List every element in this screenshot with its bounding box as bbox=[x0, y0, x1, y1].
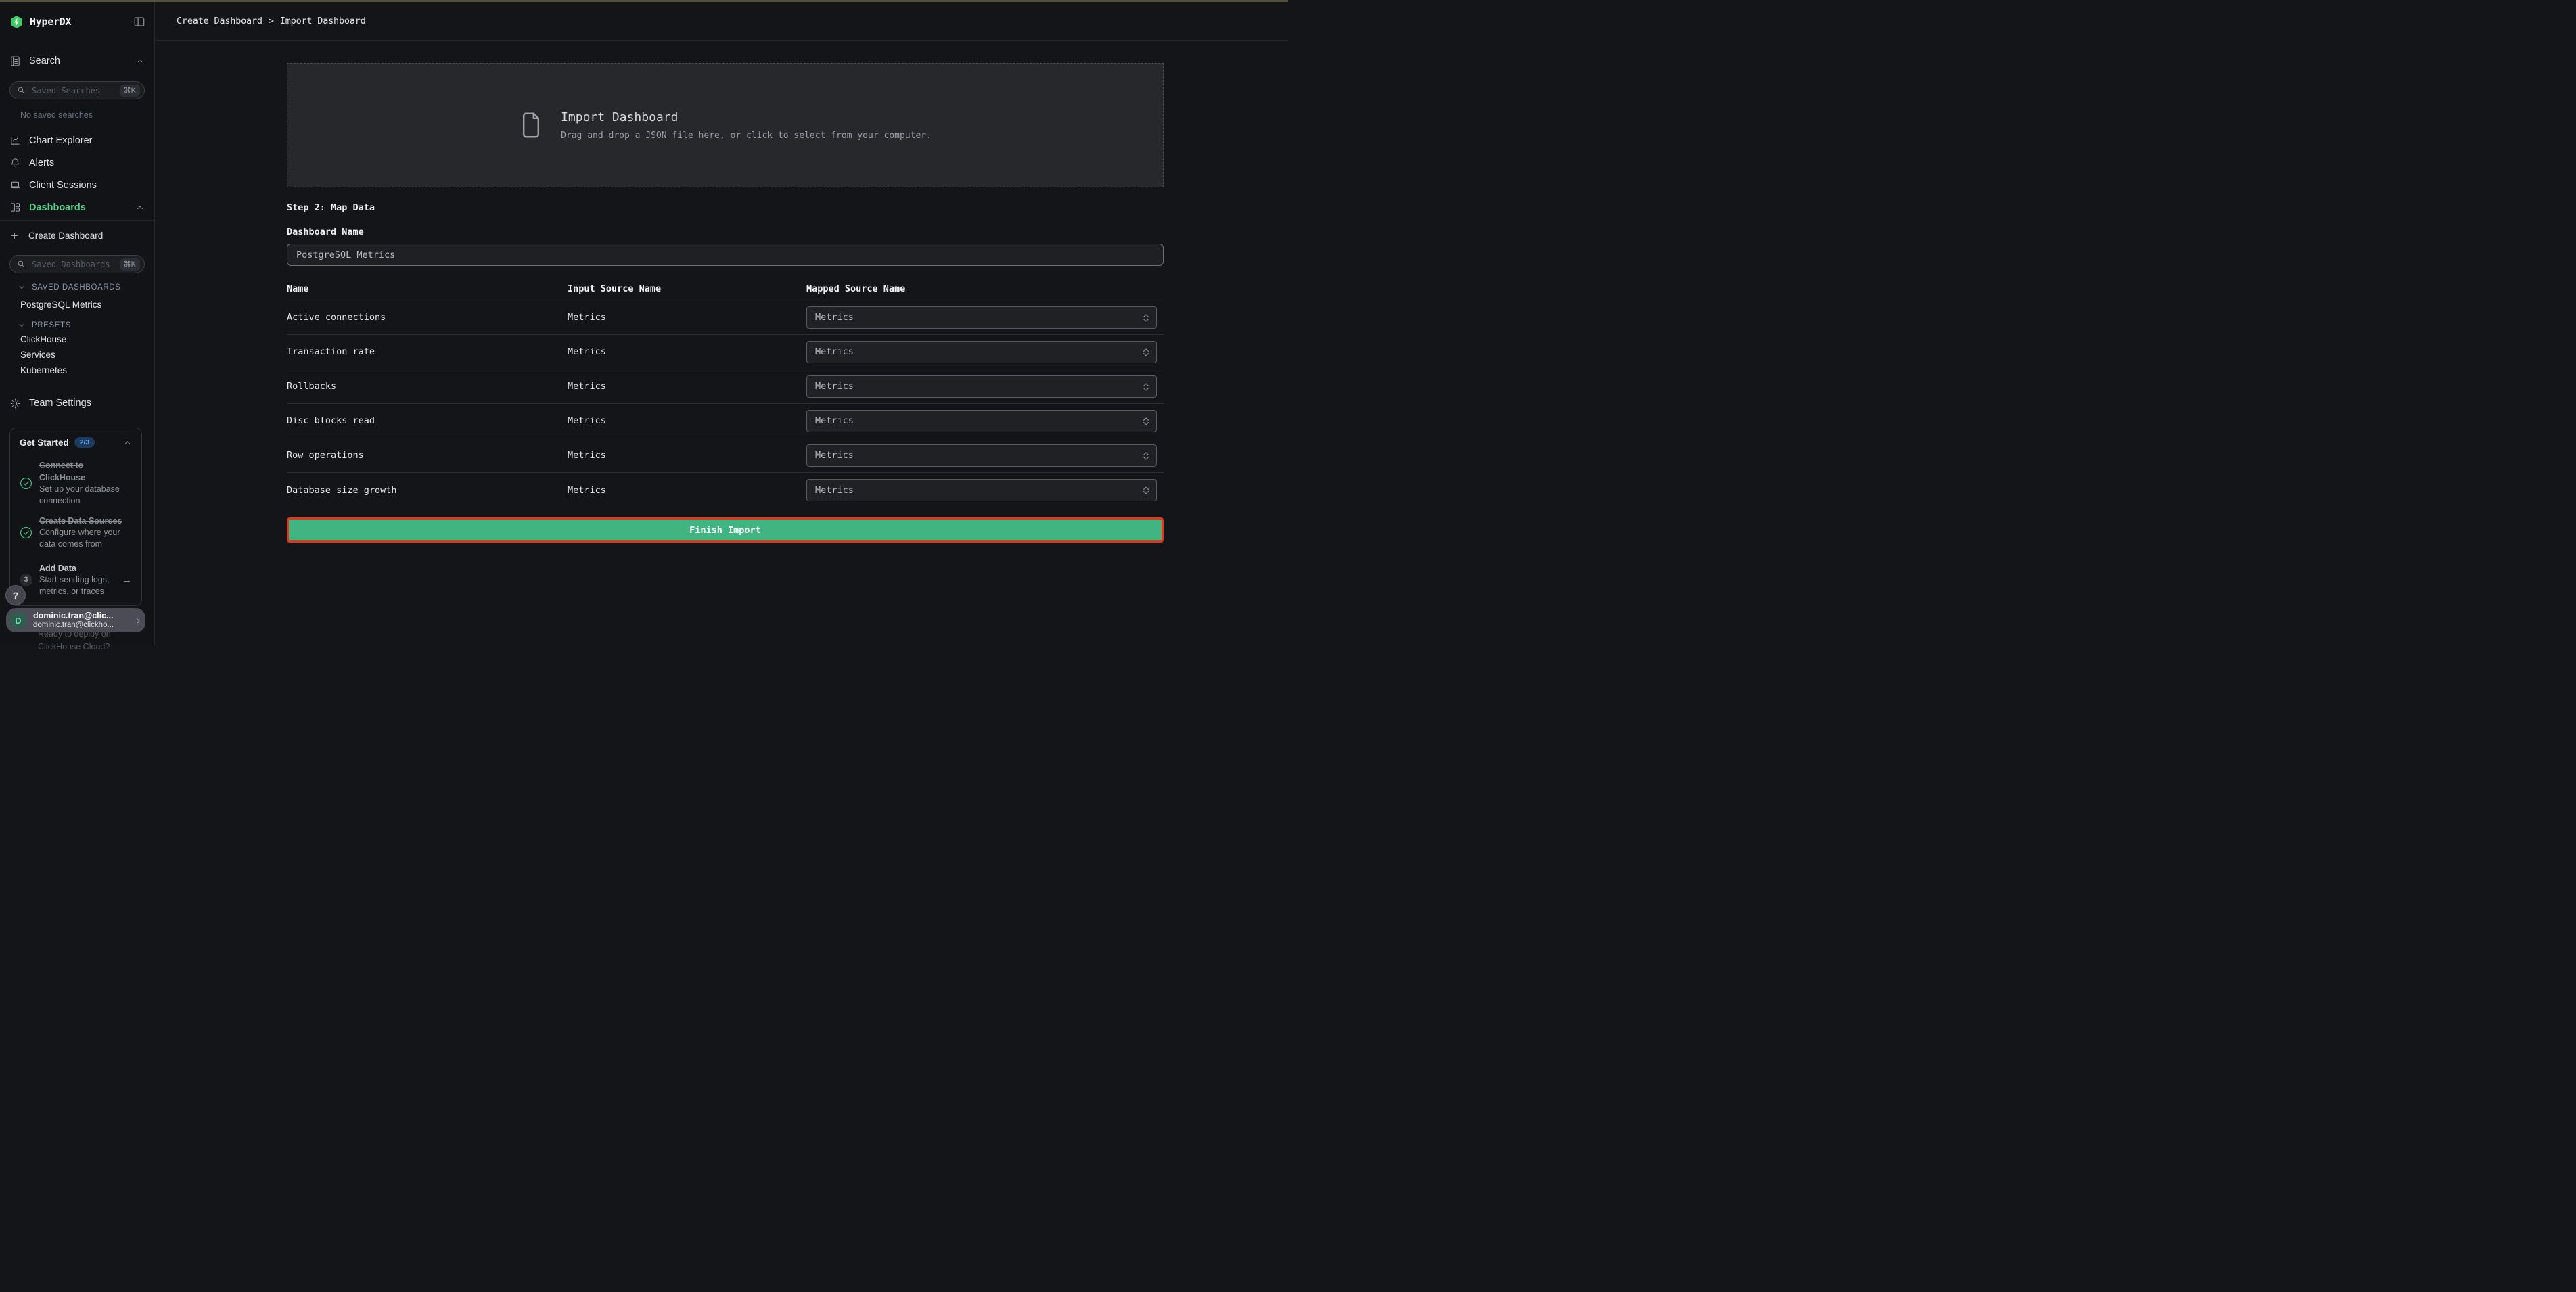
selector-icon bbox=[1141, 416, 1151, 427]
dropzone-subtitle: Drag and drop a JSON file here, or click… bbox=[561, 131, 932, 141]
dashboard-layout-icon bbox=[9, 202, 21, 213]
sidebar: HyperDX Search ⌘K No saved searches Char… bbox=[0, 0, 155, 646]
sidebar-item-postgresql-metrics[interactable]: PostgreSQL Metrics bbox=[20, 298, 145, 311]
step-description: Configure where your data comes from bbox=[39, 527, 126, 550]
chevron-down-icon bbox=[18, 283, 26, 292]
presets-section-header[interactable]: PRESETS bbox=[18, 320, 145, 330]
sidebar-item-label: Search bbox=[29, 55, 60, 66]
step-number-badge: 3 bbox=[20, 574, 32, 586]
search-icon bbox=[16, 85, 26, 98]
step-title: Connect to ClickHouse bbox=[39, 459, 126, 484]
top-edge-strip bbox=[0, 0, 1288, 2]
chart-line-icon bbox=[9, 135, 21, 146]
mapped-source-select[interactable]: Metrics bbox=[806, 306, 1157, 329]
breadcrumb-create-dashboard[interactable]: Create Dashboard bbox=[177, 16, 262, 26]
gear-icon bbox=[9, 398, 21, 409]
app-title: HyperDX bbox=[30, 16, 71, 28]
step-title: Create Data Sources bbox=[39, 515, 126, 527]
get-started-panel: Get Started 2/3 Connect to ClickHouse Se… bbox=[9, 428, 142, 606]
laptop-icon bbox=[9, 179, 21, 191]
collapse-sidebar-button[interactable] bbox=[133, 15, 146, 28]
chevron-up-icon[interactable] bbox=[123, 438, 132, 447]
main-area: Create Dashboard>Import Dashboard Import… bbox=[155, 2, 1288, 646]
divider bbox=[0, 220, 154, 221]
table-row: Disc blocks read Metrics Metrics bbox=[287, 404, 1164, 438]
plus-icon bbox=[9, 231, 20, 241]
check-circle-icon bbox=[20, 526, 32, 539]
selector-icon bbox=[1141, 451, 1151, 461]
mapping-table: Name Input Source Name Mapped Source Nam… bbox=[287, 277, 1164, 507]
dashboard-name-label: Dashboard Name bbox=[287, 227, 1164, 237]
table-row: Database size growth Metrics Metrics bbox=[287, 473, 1164, 507]
shortcut-badge: ⌘K bbox=[120, 85, 140, 97]
column-header-name: Name bbox=[287, 283, 568, 294]
import-dropzone[interactable]: Import Dashboard Drag and drop a JSON fi… bbox=[287, 63, 1164, 187]
saved-dashboards-section-header[interactable]: SAVED DASHBOARDS bbox=[18, 282, 145, 292]
page-header: Create Dashboard>Import Dashboard bbox=[155, 2, 1288, 41]
logo-row: HyperDX bbox=[9, 14, 146, 30]
column-header-input-source: Input Source Name bbox=[568, 283, 806, 294]
user-menu[interactable]: D dominic.tran@clic... dominic.tran@clic… bbox=[6, 608, 145, 632]
mapped-source-select[interactable]: Metrics bbox=[806, 410, 1157, 432]
user-email: dominic.tran@clickho... bbox=[33, 621, 114, 630]
dashboard-name-input[interactable] bbox=[287, 244, 1164, 266]
dropzone-title: Import Dashboard bbox=[561, 110, 932, 124]
bell-icon bbox=[9, 157, 21, 168]
step-description: Set up your database connection bbox=[39, 484, 126, 507]
sidebar-item-client-sessions[interactable]: Client Sessions bbox=[0, 174, 154, 196]
table-row: Transaction rate Metrics Metrics bbox=[287, 335, 1164, 369]
saved-searches-search: ⌘K bbox=[9, 81, 145, 99]
help-button[interactable]: ? bbox=[6, 586, 25, 605]
step-2-title: Step 2: Map Data bbox=[287, 202, 1164, 213]
finish-import-button[interactable]: Finish Import bbox=[287, 517, 1164, 543]
sidebar-item-clickhouse[interactable]: ClickHouse bbox=[20, 332, 145, 346]
mapped-source-select[interactable]: Metrics bbox=[806, 479, 1157, 501]
step-title: Add Data bbox=[39, 562, 115, 574]
panel-collapse-icon bbox=[133, 16, 145, 28]
journal-icon bbox=[9, 55, 21, 67]
get-started-title: Get Started bbox=[20, 438, 69, 448]
progress-badge: 2/3 bbox=[74, 437, 95, 448]
search-icon bbox=[16, 259, 26, 272]
selector-icon bbox=[1141, 485, 1151, 496]
mapped-source-select[interactable]: Metrics bbox=[806, 375, 1157, 398]
user-name: dominic.tran@clic... bbox=[33, 611, 114, 620]
sidebar-item-team-settings[interactable]: Team Settings bbox=[0, 394, 154, 412]
selector-icon bbox=[1141, 382, 1151, 392]
sidebar-item-dashboards[interactable]: Dashboards bbox=[0, 196, 154, 218]
create-dashboard-button[interactable]: Create Dashboard bbox=[9, 228, 145, 243]
breadcrumb: Create Dashboard>Import Dashboard bbox=[177, 16, 366, 26]
hyperdx-logo-icon bbox=[9, 15, 24, 29]
chevron-up-icon[interactable] bbox=[135, 56, 145, 66]
get-started-step-sources[interactable]: Create Data Sources Configure where your… bbox=[20, 515, 132, 550]
chevron-down-icon bbox=[18, 321, 26, 329]
sidebar-item-services[interactable]: Services bbox=[20, 348, 145, 361]
no-saved-searches-text: No saved searches bbox=[20, 110, 154, 120]
mapped-source-select[interactable]: Metrics bbox=[806, 444, 1157, 467]
step-description: Start sending logs, metrics, or traces bbox=[39, 574, 115, 597]
shortcut-badge: ⌘K bbox=[120, 258, 140, 271]
table-header-row: Name Input Source Name Mapped Source Nam… bbox=[287, 277, 1164, 300]
saved-dashboards-search: ⌘K bbox=[9, 255, 145, 273]
arrow-right-icon: → bbox=[122, 574, 132, 586]
file-icon bbox=[519, 110, 543, 140]
sidebar-item-kubernetes[interactable]: Kubernetes bbox=[20, 363, 145, 377]
chevron-right-icon: › bbox=[137, 615, 140, 626]
selector-icon bbox=[1141, 313, 1151, 323]
sidebar-item-alerts[interactable]: Alerts bbox=[0, 152, 154, 174]
table-row: Row operations Metrics Metrics bbox=[287, 438, 1164, 473]
get-started-step-add-data[interactable]: 3 Add Data Start sending logs, metrics, … bbox=[20, 562, 132, 597]
column-header-mapped-source: Mapped Source Name bbox=[806, 283, 1164, 294]
chevron-up-icon[interactable] bbox=[135, 203, 145, 212]
table-row: Active connections Metrics Metrics bbox=[287, 300, 1164, 335]
avatar: D bbox=[9, 612, 27, 629]
check-circle-icon bbox=[20, 477, 32, 490]
selector-icon bbox=[1141, 347, 1151, 358]
breadcrumb-import-dashboard: Import Dashboard bbox=[280, 16, 366, 26]
mapped-source-select[interactable]: Metrics bbox=[806, 341, 1157, 363]
get-started-step-connect[interactable]: Connect to ClickHouse Set up your databa… bbox=[20, 459, 132, 507]
sidebar-item-search[interactable]: Search bbox=[0, 53, 154, 69]
sidebar-item-chart-explorer[interactable]: Chart Explorer bbox=[0, 129, 154, 152]
table-row: Rollbacks Metrics Metrics bbox=[287, 369, 1164, 404]
